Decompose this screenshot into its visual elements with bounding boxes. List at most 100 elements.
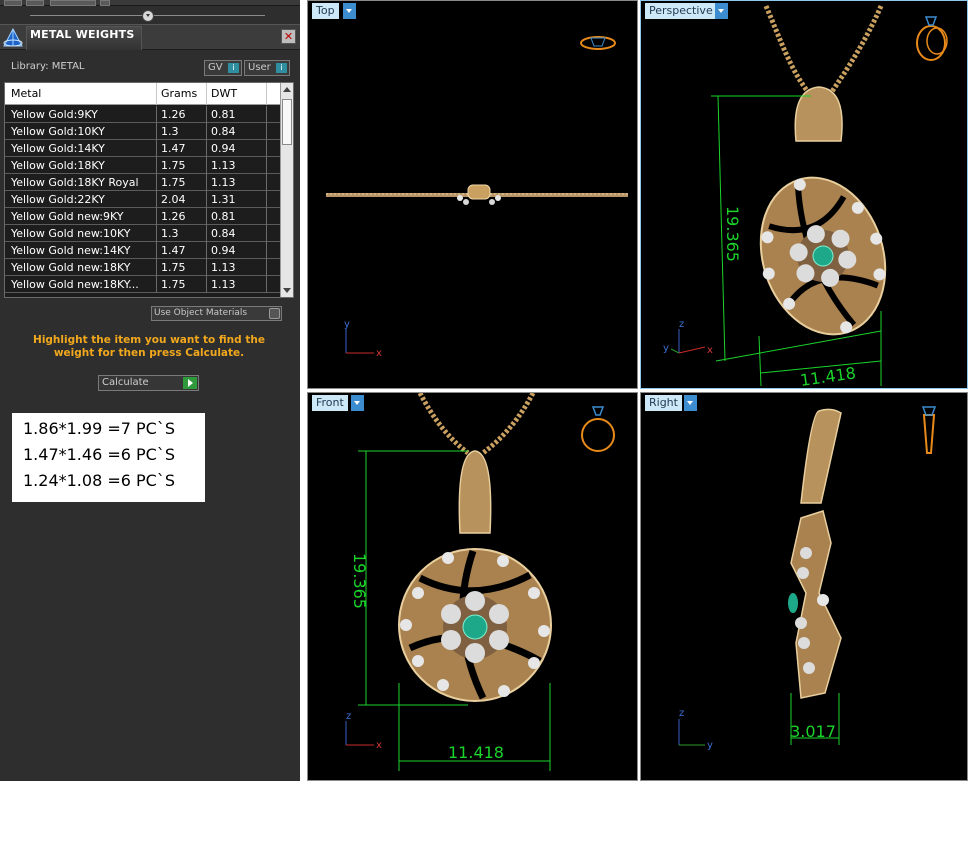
cell-divider	[206, 242, 207, 259]
toolbar-button[interactable]	[26, 0, 44, 6]
cell-divider	[266, 106, 267, 123]
app-window: METAL WEIGHTS ✕ Library: METAL GV i User…	[0, 0, 971, 858]
cell-metal: Yellow Gold:10KY	[11, 125, 105, 138]
cell-divider	[206, 259, 207, 276]
top-toolbar-strip	[0, 0, 300, 6]
cell-divider	[266, 276, 267, 293]
cell-grams: 1.3	[161, 227, 179, 240]
top-view-render: y x	[326, 36, 628, 359]
scroll-down-icon[interactable]	[283, 288, 291, 293]
viewport-right[interactable]: 3.017 z y Right	[640, 392, 968, 781]
table-row[interactable]: Yellow Gold:14KY 1.47 0.94	[5, 140, 281, 157]
viewport-menu-dropdown-icon[interactable]	[684, 395, 697, 411]
viewport-label-front[interactable]: Front	[312, 395, 348, 411]
table-row[interactable]: Yellow Gold new:18KY... 1.75 1.13	[5, 276, 281, 293]
play-arrow-icon[interactable]	[183, 377, 197, 389]
viewport-perspective[interactable]: 19.365 11.418 z x y Perspective	[640, 0, 968, 389]
cell-divider	[206, 191, 207, 208]
viewport-menu-dropdown-icon[interactable]	[343, 3, 356, 19]
perspective-ring-gizmo-icon	[916, 16, 948, 61]
cell-divider	[206, 276, 207, 293]
axis-gizmo: y x	[344, 319, 382, 359]
panel-title: METAL WEIGHTS	[30, 28, 135, 41]
cell-grams: 1.26	[161, 210, 186, 223]
metal-table: Metal Grams DWT Yellow Gold:9KY 1.26 0.81 Y…	[4, 82, 294, 298]
table-row[interactable]: Yellow Gold new:10KY 1.3 0.84	[5, 225, 281, 242]
cell-divider	[266, 225, 267, 242]
cell-metal: Yellow Gold:18KY	[11, 159, 105, 172]
toolbar-button[interactable]	[50, 0, 96, 6]
table-row[interactable]: Yellow Gold new:9KY 1.26 0.81	[5, 208, 281, 225]
axis-x-label: x	[376, 740, 382, 751]
table-row[interactable]: Yellow Gold new:18KY 1.75 1.13	[5, 259, 281, 276]
axis-y-label: y	[663, 343, 669, 354]
table-row[interactable]: Yellow Gold:9KY 1.26 0.81	[5, 106, 281, 123]
slider-knob[interactable]	[142, 10, 154, 22]
panel-titlebar: METAL WEIGHTS ✕	[0, 24, 300, 50]
column-header-dwt[interactable]: DWT	[211, 87, 237, 100]
table-scrollbar[interactable]	[280, 83, 293, 297]
note-line: 1.24*1.08 =6 PC`S	[23, 471, 175, 490]
cell-divider	[266, 123, 267, 140]
right-view-render: 3.017 z y	[678, 406, 937, 751]
perspective-view-render: 19.365 11.418 z x y	[663, 5, 948, 388]
cell-metal: Yellow Gold:9KY	[11, 108, 98, 121]
info-icon: i	[228, 63, 239, 73]
axis-x-label: x	[376, 348, 382, 359]
cell-grams: 1.26	[161, 108, 186, 121]
cell-metal: Yellow Gold:18KY Royal	[11, 176, 139, 189]
viewport-menu-dropdown-icon[interactable]	[351, 395, 364, 411]
table-row[interactable]: Yellow Gold:18KY 1.75 1.13	[5, 157, 281, 174]
cell-metal: Yellow Gold new:14KY	[11, 244, 131, 257]
viewport-label-perspective[interactable]: Perspective	[645, 3, 717, 19]
info-icon: i	[276, 63, 287, 73]
cell-metal: Yellow Gold new:9KY	[11, 210, 124, 223]
column-divider	[206, 83, 207, 105]
cell-divider	[266, 157, 267, 174]
viewport-menu-dropdown-icon[interactable]	[715, 3, 728, 19]
cell-dwt: 0.81	[211, 108, 236, 121]
column-header-grams[interactable]: Grams	[161, 87, 197, 100]
right-side-gizmo-icon	[921, 406, 937, 454]
cell-dwt: 0.94	[211, 142, 236, 155]
gv-toggle-button[interactable]: GV i	[204, 60, 242, 76]
column-header-metal[interactable]: Metal	[11, 87, 41, 100]
user-toggle-button[interactable]: User i	[244, 60, 290, 76]
front-view-render: 19.365 11.418 z x	[345, 393, 615, 771]
table-row[interactable]: Yellow Gold new:14KY 1.47 0.94	[5, 242, 281, 259]
checkbox-icon[interactable]	[269, 308, 280, 319]
viewport-label-top[interactable]: Top	[312, 3, 339, 19]
toolbar-button[interactable]	[100, 0, 110, 6]
cell-divider	[156, 123, 157, 140]
axis-y-label: y	[707, 740, 713, 751]
table-row[interactable]: Yellow Gold:22KY 2.04 1.31	[5, 191, 281, 208]
use-object-materials-checkbox[interactable]: Use Object Materials	[151, 306, 282, 321]
cell-grams: 1.75	[161, 159, 186, 172]
calculate-button[interactable]: Calculate	[98, 375, 199, 391]
cell-divider	[206, 225, 207, 242]
cell-divider	[266, 208, 267, 225]
toolbar-button[interactable]	[4, 0, 22, 6]
close-icon[interactable]: ✕	[281, 29, 296, 44]
cell-dwt: 1.13	[211, 261, 236, 274]
axis-z-label: z	[679, 319, 684, 330]
cell-divider	[206, 123, 207, 140]
viewport-front[interactable]: 19.365 11.418 z x Front	[307, 392, 638, 781]
panel-splitter-slider[interactable]	[30, 10, 265, 22]
table-row[interactable]: Yellow Gold:18KY Royal 1.75 1.13	[5, 174, 281, 191]
dimension-height-label: 19.365	[723, 206, 742, 262]
cell-divider	[156, 276, 157, 293]
viewport-top[interactable]: y x Top	[307, 0, 638, 389]
table-row[interactable]: Yellow Gold:10KY 1.3 0.84	[5, 123, 281, 140]
cell-dwt: 1.13	[211, 278, 236, 291]
scroll-thumb[interactable]	[282, 99, 292, 145]
cell-divider	[156, 174, 157, 191]
cell-divider	[156, 208, 157, 225]
viewport-label-right[interactable]: Right	[645, 395, 682, 411]
cell-divider	[156, 106, 157, 123]
cell-grams: 1.47	[161, 142, 186, 155]
cell-metal: Yellow Gold new:10KY	[11, 227, 131, 240]
cell-divider	[156, 242, 157, 259]
cell-grams: 1.3	[161, 125, 179, 138]
scroll-up-icon[interactable]	[283, 87, 291, 92]
